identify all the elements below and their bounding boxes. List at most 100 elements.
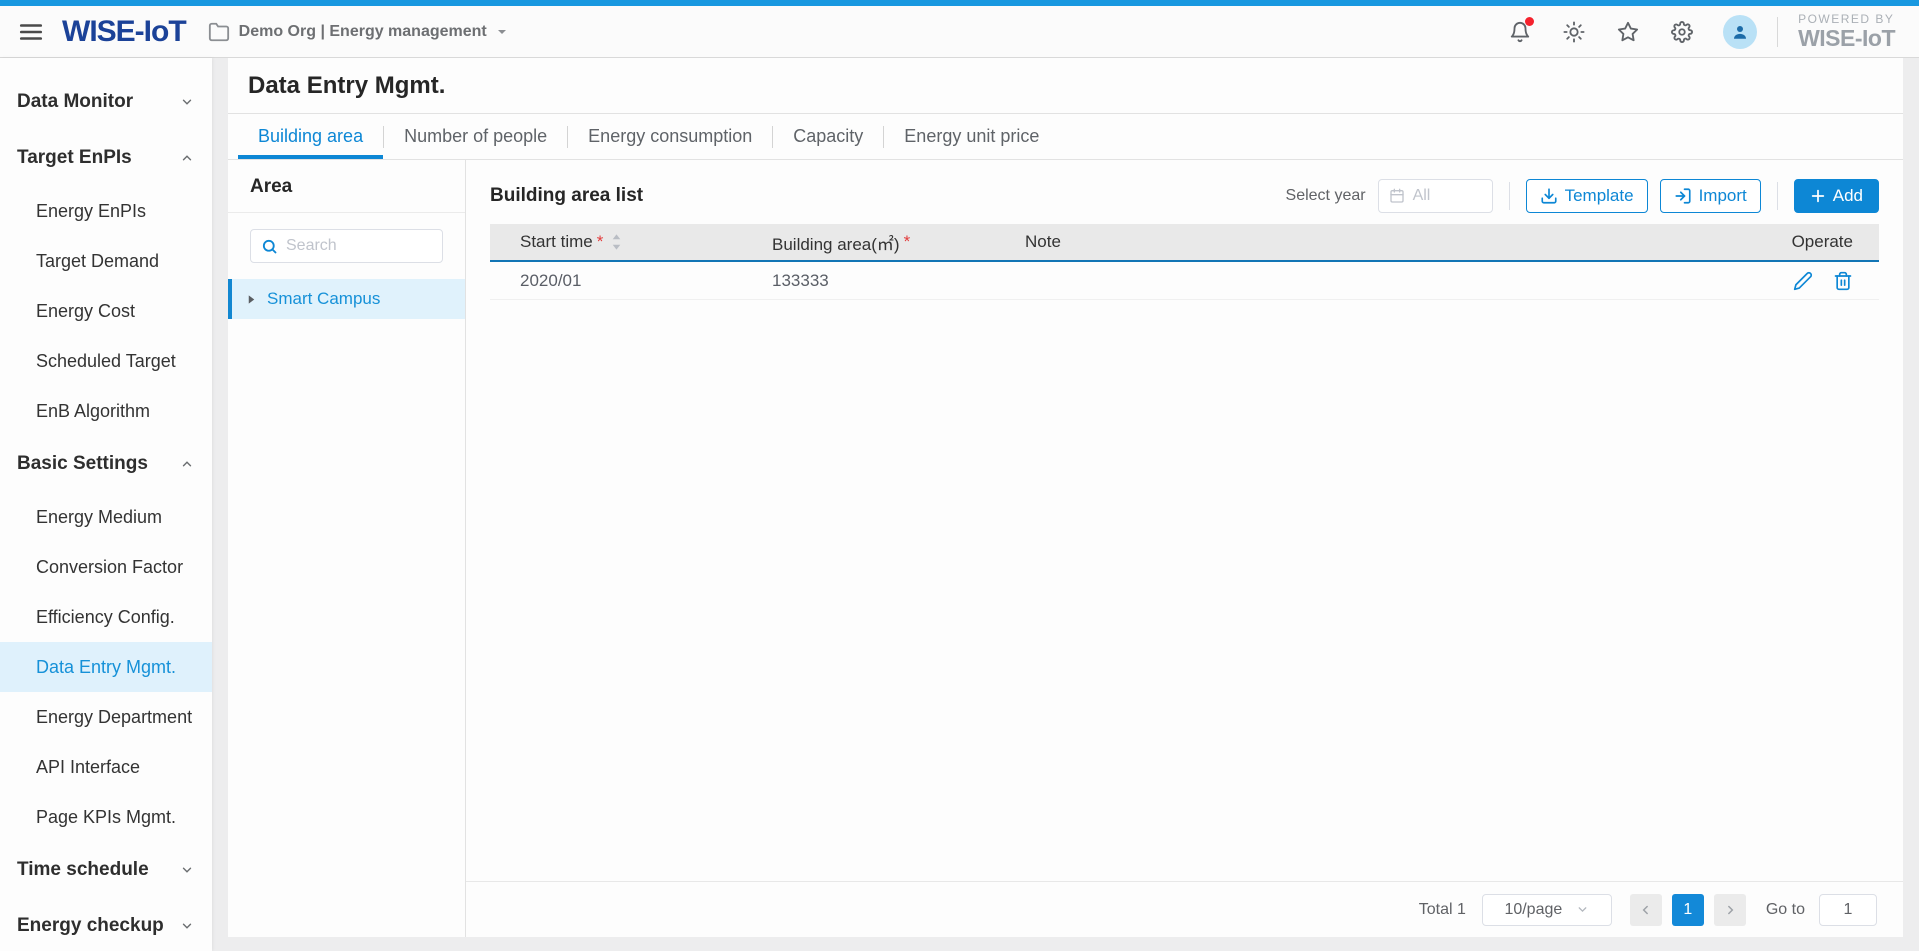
sidebar-item-page-kpis-mgmt[interactable]: Page KPIs Mgmt.	[0, 792, 212, 842]
area-panel: Area Smart Campus	[228, 160, 466, 937]
required-mark: *	[596, 232, 604, 251]
calendar-icon	[1389, 188, 1405, 204]
list-panel: Building area list Select year All Templ…	[466, 160, 1903, 937]
chevron-down-icon	[180, 95, 194, 109]
notification-dot	[1525, 16, 1535, 26]
sidebar-section-energy-checkup[interactable]: Energy checkup	[0, 898, 212, 951]
gear-icon	[1671, 20, 1694, 43]
topbar: WISE-IoT Demo Org | Energy management PO…	[0, 6, 1919, 58]
column-operate: Operate	[1791, 232, 1853, 251]
chevron-right-icon	[1723, 903, 1737, 917]
sidebar-item-data-entry-mgmt[interactable]: Data Entry Mgmt.	[0, 642, 212, 692]
area-search	[250, 229, 443, 263]
sort-icon[interactable]	[610, 232, 623, 252]
column-note: Note	[1025, 232, 1061, 251]
sidebar-section-data-monitor[interactable]: Data Monitor	[0, 74, 212, 130]
chevron-down-icon	[180, 919, 194, 933]
star-icon	[1617, 21, 1639, 43]
page-size-value: 10/page	[1504, 900, 1563, 918]
main-card: Data Entry Mgmt. Building area Number of…	[228, 58, 1903, 937]
chevron-up-icon	[180, 151, 194, 165]
sidebar-section-time-schedule[interactable]: Time schedule	[0, 842, 212, 898]
settings-button[interactable]	[1669, 19, 1695, 45]
tree-item-smart-campus[interactable]: Smart Campus	[228, 279, 465, 319]
topbar-divider	[1777, 16, 1779, 47]
column-building-area: Building area(㎡)	[772, 234, 900, 254]
triangle-right-icon	[246, 294, 257, 305]
area-panel-title: Area	[228, 176, 465, 213]
tab-capacity[interactable]: Capacity	[773, 114, 883, 159]
chevron-down-icon	[1576, 903, 1589, 916]
tab-energy-unit-price[interactable]: Energy unit price	[884, 114, 1059, 159]
favorites-button[interactable]	[1615, 19, 1641, 45]
page-title: Data Entry Mgmt.	[248, 71, 446, 99]
sidebar-item-energy-enpis[interactable]: Energy EnPIs	[0, 186, 212, 236]
caret-down-icon	[496, 26, 508, 38]
sidebar-item-energy-medium[interactable]: Energy Medium	[0, 492, 212, 542]
download-icon	[1540, 187, 1558, 205]
org-label: Demo Org | Energy management	[238, 22, 487, 40]
trash-icon	[1833, 271, 1853, 291]
sidebar-item-energy-department[interactable]: Energy Department	[0, 692, 212, 742]
app-logo: WISE-IoT	[62, 14, 187, 48]
search-input[interactable]	[286, 237, 432, 255]
sidebar: Data Monitor Target EnPIs Energy EnPIs T…	[0, 58, 212, 951]
header-divider	[1776, 182, 1778, 210]
sidebar-section-basic-settings[interactable]: Basic Settings	[0, 436, 212, 492]
import-icon	[1674, 187, 1692, 205]
add-button-label: Add	[1832, 186, 1863, 205]
brightness-button[interactable]	[1561, 19, 1587, 45]
next-page-button[interactable]	[1713, 893, 1746, 926]
org-switcher[interactable]: Demo Org | Energy management	[208, 21, 508, 43]
table-row: 2020/01 133333	[490, 262, 1879, 300]
page-1-button[interactable]: 1	[1671, 893, 1704, 926]
sidebar-item-enb-algorithm[interactable]: EnB Algorithm	[0, 386, 212, 436]
select-year-value: All	[1412, 187, 1431, 204]
sidebar-item-target-demand[interactable]: Target Demand	[0, 236, 212, 286]
delete-button[interactable]	[1833, 271, 1853, 291]
powered-by-text: POWERED BY	[1798, 12, 1895, 27]
column-start-time: Start time	[520, 232, 593, 251]
chevron-down-icon	[180, 863, 194, 877]
building-area-table: Start time * Building area(㎡) * Note Ope…	[490, 224, 1879, 300]
table-header: Start time * Building area(㎡) * Note Ope…	[490, 224, 1879, 262]
tab-building-area[interactable]: Building area	[238, 114, 384, 159]
hamburger-menu-button[interactable]	[18, 17, 48, 47]
prev-page-button[interactable]	[1629, 893, 1662, 926]
sidebar-section-target-enpis[interactable]: Target EnPIs	[0, 130, 212, 186]
header-divider	[1508, 182, 1510, 210]
page-size-select[interactable]: 10/page	[1481, 893, 1612, 926]
search-icon	[261, 238, 278, 255]
sidebar-item-efficiency-config[interactable]: Efficiency Config.	[0, 592, 212, 642]
goto-page-input[interactable]	[1819, 893, 1877, 926]
sun-icon	[1563, 20, 1585, 43]
add-button[interactable]: Add	[1793, 179, 1879, 213]
template-button-label: Template	[1564, 186, 1634, 205]
pencil-icon	[1793, 271, 1813, 291]
user-icon	[1731, 23, 1749, 41]
import-button[interactable]: Import	[1659, 179, 1761, 213]
list-title: Building area list	[490, 185, 644, 206]
template-button[interactable]: Template	[1525, 179, 1648, 213]
edit-button[interactable]	[1793, 271, 1813, 291]
notifications-button[interactable]	[1507, 16, 1535, 45]
area-tree: Smart Campus	[228, 279, 465, 319]
required-mark: *	[903, 232, 911, 251]
sidebar-item-scheduled-target[interactable]: Scheduled Target	[0, 336, 212, 386]
org-folder-icon	[208, 21, 230, 43]
cell-building-area: 133333	[772, 270, 829, 290]
sidebar-item-conversion-factor[interactable]: Conversion Factor	[0, 542, 212, 592]
powered-by-block: POWERED BY WISE-IoT	[1798, 13, 1901, 50]
select-year-input[interactable]: All	[1377, 179, 1493, 213]
tab-number-of-people[interactable]: Number of people	[384, 114, 567, 159]
pagination-total: Total 1	[1418, 900, 1466, 918]
powered-by-brand: WISE-IoT	[1798, 24, 1895, 51]
tab-energy-consumption[interactable]: Energy consumption	[568, 114, 772, 159]
sidebar-item-api-interface[interactable]: API Interface	[0, 742, 212, 792]
user-avatar[interactable]	[1723, 14, 1758, 49]
sidebar-item-energy-cost[interactable]: Energy Cost	[0, 286, 212, 336]
tree-item-label: Smart Campus	[267, 289, 381, 308]
goto-label: Go to	[1765, 900, 1805, 918]
import-button-label: Import	[1698, 186, 1747, 205]
chevron-left-icon	[1639, 903, 1653, 917]
